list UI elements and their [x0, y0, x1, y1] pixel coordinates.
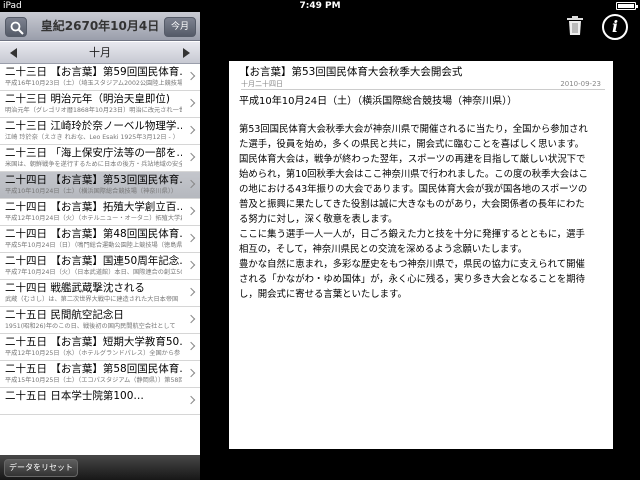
list-item-subtitle: 平成10年10月24日（土）（横浜国際総合競技場（神奈川県））	[5, 188, 178, 195]
list-item-title: 二十三日 江崎玲於奈ノーベル物理学…	[5, 120, 182, 132]
list-item-title: 二十五日 日本学士院第100…	[5, 390, 144, 402]
chevron-right-icon	[186, 179, 196, 189]
list-item-title: 二十三日 明治元年（明治天皇即位)	[5, 93, 170, 105]
month-label: 十月	[89, 46, 111, 59]
list-item-subtitle: 米国は、朝鮮戦争を遂行するために日本の後方・兵站地域の安全	[5, 161, 182, 168]
info-icon[interactable]: i	[602, 14, 628, 40]
list-item-title: 二十四日 戦艦武蔵撃沈される	[5, 282, 145, 294]
entry-list: 二十三日 【お言葉】第59回国民体育… 平成16年10月23日（土）（埼玉スタジ…	[0, 64, 200, 415]
sidebar-bottom-toolbar: データをリセット	[0, 455, 200, 480]
list-item[interactable]: 二十三日 「海上保安庁法等の一部を… 米国は、朝鮮戦争を遂行するために日本の後方…	[0, 145, 200, 172]
list-item-selected[interactable]: 二十四日 【お言葉】第53回国民体育… 平成10年10月24日（土）（横浜国際総…	[0, 172, 200, 199]
search-icon	[10, 21, 24, 35]
article-line: る努力に対し，深く敬意を表します。	[239, 214, 398, 225]
article-line: の地における43年振りの大会であります。国民体育大会が我が国各地のスポーツの	[239, 184, 588, 195]
list-item[interactable]: 二十四日 【お言葉】第48回国民体育… 平成5年10月24日（日）（鳴門総合運動…	[0, 226, 200, 253]
article-line: た選手，役員を始め，多くの県民と共に，開会式に臨むことを喜ばしく思います。	[239, 139, 585, 150]
chevron-right-icon	[186, 233, 196, 243]
search-button[interactable]	[5, 17, 27, 37]
list-item[interactable]: 二十三日 明治元年（明治天皇即位) 明治元年（グレゴリオ暦1868年10月23日…	[0, 91, 200, 118]
list-item[interactable]: 二十三日 江崎玲於奈ノーベル物理学… 江崎 玲於奈（えさき れおな、Leo Es…	[0, 118, 200, 145]
trash-icon[interactable]	[566, 16, 584, 36]
current-month-button[interactable]: 今月	[164, 17, 196, 37]
article-meta: 十月二十四日 2010-09-23	[241, 79, 605, 90]
article-body: 第53回国民体育大会秋季大会が神奈川県で開催されるに当たり，全国から参加され た…	[239, 122, 605, 302]
list-item-title: 二十四日 【お言葉】国連50周年記念…	[5, 255, 182, 267]
chevron-right-icon	[186, 341, 196, 351]
list-item[interactable]: 二十四日 【お言葉】拓殖大学創立百… 平成12年10月24日（火）（ホテルニュー…	[0, 199, 200, 226]
list-item-title: 二十四日 【お言葉】拓殖大学創立百…	[5, 201, 182, 213]
list-item[interactable]: 二十四日 戦艦武蔵撃沈される 武蔵（むさし）は、第二次世界大戦中に建造された大日…	[0, 280, 200, 307]
list-item-subtitle: 平成12年10月24日（火）（ホテルニュー・オータニ）拓殖大学創立	[5, 215, 182, 222]
reset-data-button[interactable]: データをリセット	[4, 459, 78, 477]
battery-icon	[616, 2, 638, 10]
chevron-right-icon	[186, 71, 196, 81]
chevron-right-icon	[186, 98, 196, 108]
article-line: 相互の，そして，神奈川県民との交流を深めるよう念願いたします。	[239, 244, 528, 255]
list-item-title: 二十三日 【お言葉】第59回国民体育…	[5, 66, 182, 78]
list-item-subtitle: 平成12年10月25日（水）（ホテルグランドパレス）全国から参	[5, 350, 181, 357]
chevron-right-icon	[186, 314, 196, 324]
month-selector: 十月	[0, 42, 200, 64]
chevron-right-icon	[186, 125, 196, 135]
list-item-subtitle: 明治元年（グレゴリオ暦1868年10月23日）明治に改元され一世一元の制	[5, 107, 182, 114]
chevron-right-icon	[186, 260, 196, 270]
list-item-title: 二十四日 【お言葉】第48回国民体育…	[5, 228, 182, 240]
chevron-right-icon	[186, 206, 196, 216]
list-item-subtitle: 1951(昭和26)年のこの日、戦後初の国内民間航空会社として	[5, 323, 176, 330]
article-date-jp: 十月二十四日	[241, 80, 283, 88]
next-month-icon[interactable]	[183, 48, 190, 58]
status-bar: iPad 7:49 PM	[0, 0, 640, 12]
list-item-subtitle: 平成5年10月24日（日）（鳴門総合運動公園陸上競技場（徳島県	[5, 242, 182, 249]
list-item[interactable]: 二十五日 【お言葉】第58回国民体育… 平成15年10月25日（土）（エコパスタ…	[0, 361, 200, 388]
list-item-title: 二十五日 【お言葉】短期大学教育50…	[5, 336, 182, 348]
article-line: される「かながわ・ゆめ国体」が，永く心に残る，実り多き大会となることを期待	[239, 274, 586, 285]
article-line: 第53回国民体育大会秋季大会が神奈川県で開催されるに当たり，全国から参加され	[239, 124, 588, 135]
article-view: 【お言葉】第53回国民体育大会秋季大会開会式 十月二十四日 2010-09-23…	[229, 61, 613, 449]
article-line: 豊かな自然に恵まれ，多彩な歴史をもつ神奈川県で，県民の協力に支えられて開催	[239, 259, 585, 270]
article-title: 【お言葉】第53回国民体育大会秋季大会開会式	[239, 66, 463, 78]
clock: 7:49 PM	[299, 1, 341, 11]
list-item[interactable]: 二十四日 【お言葉】国連50周年記念… 平成7年10月24日（火）（日本武道館）…	[0, 253, 200, 280]
current-date-title: 皇紀2670年10月4日	[40, 19, 160, 33]
chevron-right-icon	[186, 395, 196, 405]
list-item-title: 二十五日 【お言葉】第58回国民体育…	[5, 363, 182, 375]
chevron-right-icon	[186, 368, 196, 378]
sidebar-toolbar: 皇紀2670年10月4日 今月	[0, 12, 200, 41]
article-line: ここに集う選手一人一人が，日ごろ鍛えた力と技を十分に発揮するとともに，選手	[239, 229, 585, 240]
chevron-right-icon	[186, 152, 196, 162]
sidebar: 皇紀2670年10月4日 今月 十月 二十三日 【お言葉】第59回国民体育… 平…	[0, 12, 200, 480]
article-line: 始められ，第10回秋季大会はここ神奈川県で行われました。この度の秋季大会はこ	[239, 169, 588, 180]
list-item-subtitle: 平成7年10月24日（火）（日本武道館）本日、国際連合の創立50	[5, 269, 182, 276]
list-item[interactable]: 二十五日 【お言葉】短期大学教育50… 平成12年10月25日（水）（ホテルグラ…	[0, 334, 200, 361]
article-subtitle: 平成10年10月24日（土）（横浜国際総合競技場（神奈川県））	[239, 96, 518, 107]
list-item-title: 二十三日 「海上保安庁法等の一部を…	[5, 147, 182, 159]
list-item-title: 二十四日 【お言葉】第53回国民体育…	[5, 174, 182, 186]
chevron-right-icon	[186, 287, 196, 297]
list-item[interactable]: 二十五日 日本学士院第100…	[0, 388, 200, 415]
list-item[interactable]: 二十五日 民間航空記念日 1951(昭和26)年のこの日、戦後初の国内民間航空会…	[0, 307, 200, 334]
article-line: 国民体育大会は，戦争が終わった翌年，スポーツの再建を目指して厳しい状況下で	[239, 154, 586, 165]
list-item-title: 二十五日 民間航空記念日	[5, 309, 124, 321]
list-item-subtitle: 平成16年10月23日（土）（埼玉スタジアム2002公園陸上競技場）	[5, 80, 182, 87]
list-item-subtitle: 江崎 玲於奈（えさき れおな、Leo Esaki 1925年3月12日 - ）	[5, 134, 179, 141]
list-item-subtitle: 平成15年10月25日（土）（エコパスタジアム（静岡県））第58回	[5, 377, 182, 384]
article-line: し，開会式に寄せる言葉といたします。	[239, 289, 407, 300]
article-date-iso: 2010-09-23	[560, 80, 601, 88]
list-item[interactable]: 二十三日 【お言葉】第59回国民体育… 平成16年10月23日（土）（埼玉スタジ…	[0, 64, 200, 91]
article-line: 普及と振興に果たしてきた役割は誠に大きなものがあり，大会関係者の長年にわた	[239, 199, 585, 210]
list-item-subtitle: 武蔵（むさし）は、第二次世界大戦中に建造された大日本帝国	[5, 296, 179, 303]
